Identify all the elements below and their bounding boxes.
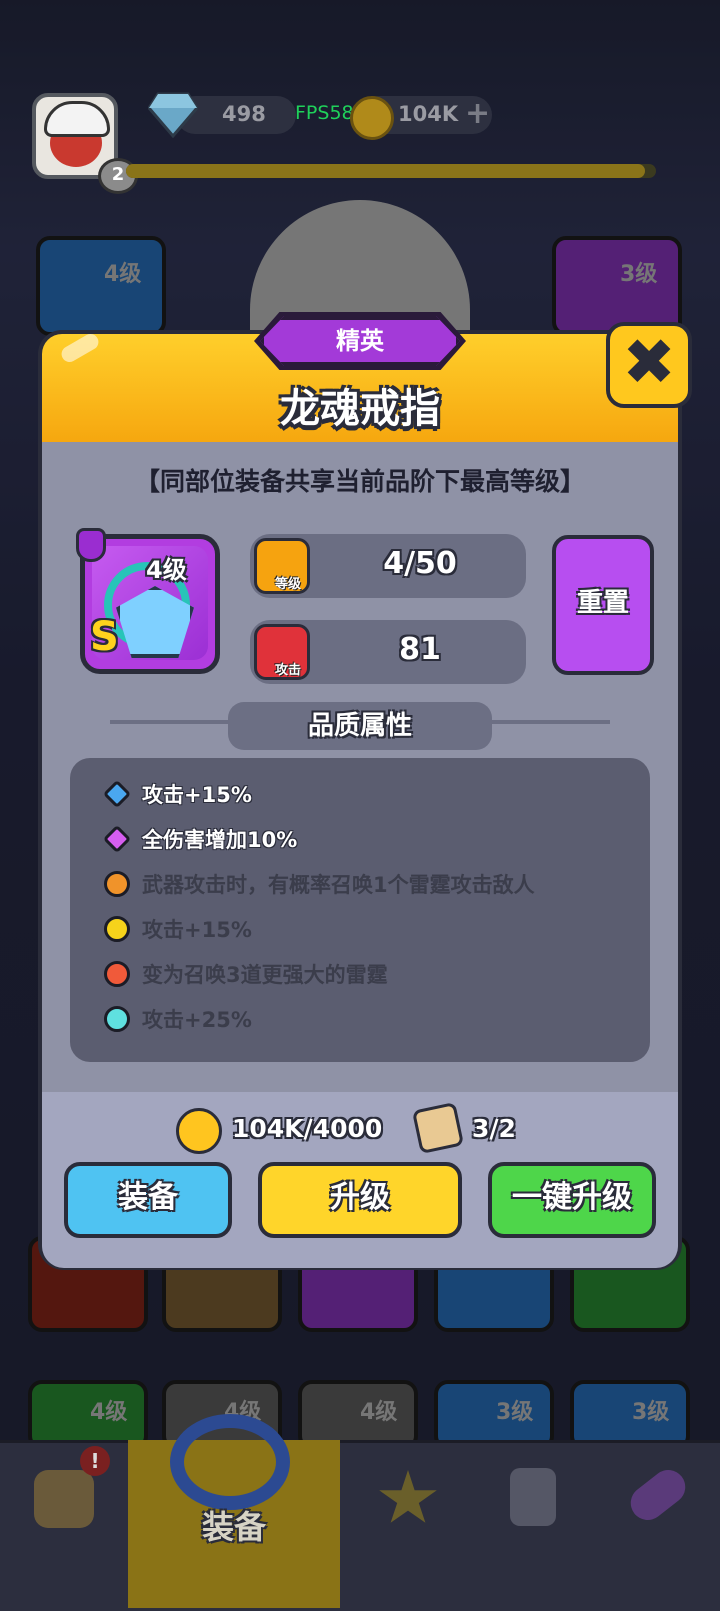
stat-attack-value: 81 <box>399 632 441 667</box>
item-subtitle: 【同部位装备共享当前品阶下最高等级】 <box>134 467 585 496</box>
scroll-icon <box>411 1101 465 1155</box>
nav-lock-icon[interactable] <box>510 1468 556 1526</box>
xp-bar-fill <box>126 164 645 178</box>
attribute-row-locked: 攻击+25% <box>104 1001 252 1037</box>
lock-icon <box>104 961 130 987</box>
nav-tab-label: 装备 <box>201 1508 266 1546</box>
coin-icon <box>176 1108 222 1154</box>
nav-home-icon[interactable] <box>34 1470 94 1528</box>
stat-level-label: 等级 <box>275 577 302 592</box>
nav-ring-icon <box>170 1414 290 1510</box>
fps-readout: FPS58 <box>295 102 354 124</box>
attribute-row: 全伤害增加10% <box>102 821 298 857</box>
lock-icon <box>104 871 130 897</box>
attribute-text: 武器攻击时，有概率召唤1个雷霆攻击敌人 <box>142 873 535 897</box>
add-coins-button[interactable]: + <box>465 96 490 131</box>
coin-count: 104K <box>398 102 459 126</box>
scroll-cost: 3/2 <box>472 1114 516 1143</box>
item-grade: S <box>90 614 119 660</box>
item-level: 4级 <box>146 556 187 584</box>
reset-button[interactable]: 重置 <box>552 535 654 675</box>
stat-level-value: 4/50 <box>383 546 457 581</box>
one-click-upgrade-button[interactable]: 一键升级 <box>488 1162 656 1238</box>
item-title: 龙魂戒指 <box>280 386 440 432</box>
sword-icon: 攻击 <box>254 624 310 680</box>
attribute-text: 攻击+25% <box>142 1008 252 1032</box>
alert-badge: ! <box>80 1446 110 1476</box>
attribute-text: 变为召唤3道更强大的雷霆 <box>142 963 388 987</box>
coin-cost: 104K/4000 <box>232 1114 383 1143</box>
purple-diamond-icon <box>102 824 132 854</box>
attribute-row-locked: 攻击+15% <box>104 911 252 947</box>
diamond-count: 498 <box>222 102 266 126</box>
close-button[interactable]: ✖ <box>606 322 692 408</box>
attribute-text: 全伤害增加10% <box>142 828 298 852</box>
ring-slot-icon <box>76 528 106 562</box>
blue-diamond-icon <box>102 779 132 809</box>
quality-section-title: 品质属性 <box>228 702 492 750</box>
crown-icon: 等级 <box>254 538 310 594</box>
attribute-row-locked: 武器攻击时，有概率召唤1个雷霆攻击敌人 <box>104 866 535 902</box>
stat-attack-label: 攻击 <box>275 663 302 678</box>
upgrade-button[interactable]: 升级 <box>258 1162 462 1238</box>
equip-button[interactable]: 装备 <box>64 1162 232 1238</box>
attribute-text: 攻击+15% <box>142 918 252 942</box>
lock-icon <box>104 916 130 942</box>
rarity-banner: 精英 <box>260 316 460 366</box>
attribute-row-locked: 变为召唤3道更强大的雷霆 <box>104 956 388 992</box>
coin-icon <box>350 96 394 140</box>
diamond-icon <box>148 92 198 138</box>
attribute-text: 攻击+15% <box>142 783 252 807</box>
lock-icon <box>104 1006 130 1032</box>
attribute-row: 攻击+15% <box>102 776 252 812</box>
